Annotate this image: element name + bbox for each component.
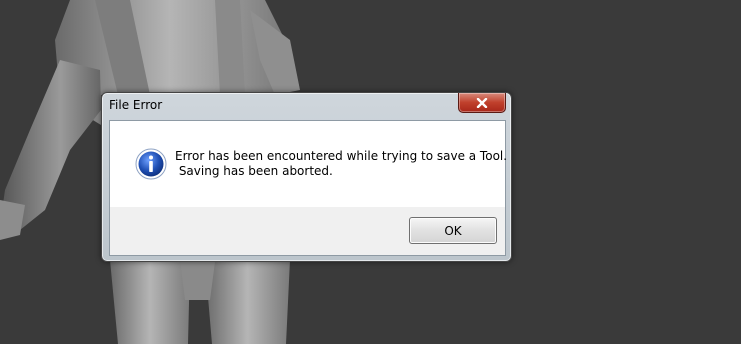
error-message: Error has been encountered while trying … xyxy=(175,149,508,178)
dialog-client-area: Error has been encountered while trying … xyxy=(109,120,508,256)
information-icon xyxy=(135,148,167,180)
dialog-title: File Error xyxy=(109,98,163,112)
close-icon xyxy=(476,97,488,108)
close-button[interactable] xyxy=(458,93,506,113)
ok-button[interactable]: OK xyxy=(409,217,497,244)
dialog-titlebar[interactable]: File Error xyxy=(102,93,511,119)
message-panel: Error has been encountered while trying … xyxy=(110,121,508,207)
file-error-dialog: File Error Error has been encountered wh… xyxy=(101,92,512,262)
